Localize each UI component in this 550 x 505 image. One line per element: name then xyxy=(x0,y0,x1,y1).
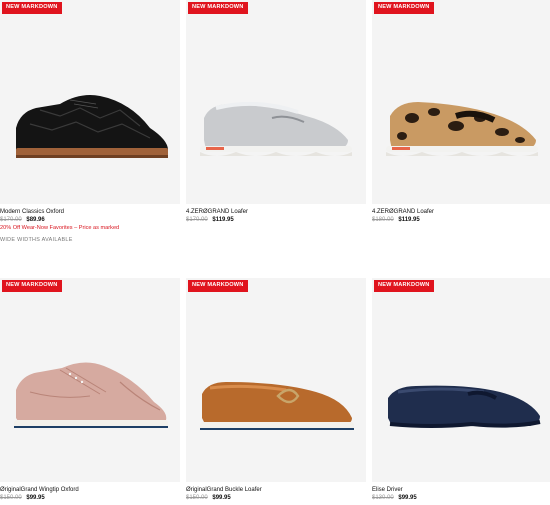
product-card[interactable]: NEW MARKDOWN ØriginalGrand Wingtip Oxfor… xyxy=(0,278,180,502)
product-name[interactable]: Modern Classics Oxford xyxy=(0,208,180,216)
original-price: $180.00 xyxy=(372,217,394,223)
new-markdown-badge: NEW MARKDOWN xyxy=(2,280,62,292)
sale-price: $119.95 xyxy=(212,217,234,223)
new-markdown-badge: NEW MARKDOWN xyxy=(188,2,248,14)
product-image-tile[interactable]: NEW MARKDOWN xyxy=(186,278,366,482)
product-card[interactable]: NEW MARKDOWN Modern Classics Oxford $170… xyxy=(0,0,180,245)
sale-price: $99.95 xyxy=(26,495,45,501)
product-card[interactable]: NEW MARKDOWN 4.ZERØGRAND Loafer $170.00 … xyxy=(186,0,366,224)
product-name[interactable]: ØriginalGrand Buckle Loafer xyxy=(186,486,366,494)
new-markdown-badge: NEW MARKDOWN xyxy=(374,280,434,292)
product-image-tile[interactable]: NEW MARKDOWN xyxy=(372,278,550,482)
black-croc-oxford-icon xyxy=(16,95,168,158)
product-name[interactable]: 4.ZERØGRAND Loafer xyxy=(372,208,550,216)
product-image-tile[interactable]: NEW MARKDOWN xyxy=(0,0,180,204)
navy-driver-icon xyxy=(388,385,541,428)
sale-price: $99.95 xyxy=(212,495,231,501)
original-price: $130.00 xyxy=(372,495,394,501)
new-markdown-badge: NEW MARKDOWN xyxy=(188,280,248,292)
sale-price: $89.96 xyxy=(26,217,45,223)
sale-price: $99.95 xyxy=(398,495,417,501)
silver-penny-loafer-icon xyxy=(200,101,352,156)
tan-buckle-loafer-icon xyxy=(200,382,354,430)
product-image-tile[interactable]: NEW MARKDOWN xyxy=(0,278,180,482)
product-image-tile[interactable]: NEW MARKDOWN xyxy=(372,0,550,204)
new-markdown-badge: NEW MARKDOWN xyxy=(374,2,434,14)
product-name[interactable]: ØriginalGrand Wingtip Oxford xyxy=(0,486,180,494)
promo-text: 20% Off Wear-Now Favorites – Price as ma… xyxy=(0,225,120,231)
product-card[interactable]: NEW MARKDOWN Elise Driver $130.00 $99.95 xyxy=(372,278,550,502)
leopard-penny-loafer-icon xyxy=(386,102,538,156)
original-price: $150.00 xyxy=(0,495,22,501)
new-markdown-badge: NEW MARKDOWN xyxy=(2,2,62,14)
product-image-tile[interactable]: NEW MARKDOWN xyxy=(186,0,366,204)
product-grid: NEW MARKDOWN Modern Classics Oxford $170… xyxy=(0,0,550,505)
original-price: $170.00 xyxy=(0,217,22,223)
sale-price: $119.95 xyxy=(398,217,420,223)
rose-metallic-wingtip-icon xyxy=(14,362,168,428)
product-card[interactable]: NEW MARKDOWN ØriginalGrand Buckle Loafer… xyxy=(186,278,366,502)
product-name[interactable]: Elise Driver xyxy=(372,486,550,494)
product-name[interactable]: 4.ZERØGRAND Loafer xyxy=(186,208,366,216)
product-card[interactable]: NEW MARKDOWN 4.ZERØGRAND Loafer $180.00 … xyxy=(372,0,550,224)
original-price: $150.00 xyxy=(186,495,208,501)
original-price: $170.00 xyxy=(186,217,208,223)
wide-widths-note: WIDE WIDTHS AVAILABLE xyxy=(0,237,73,243)
